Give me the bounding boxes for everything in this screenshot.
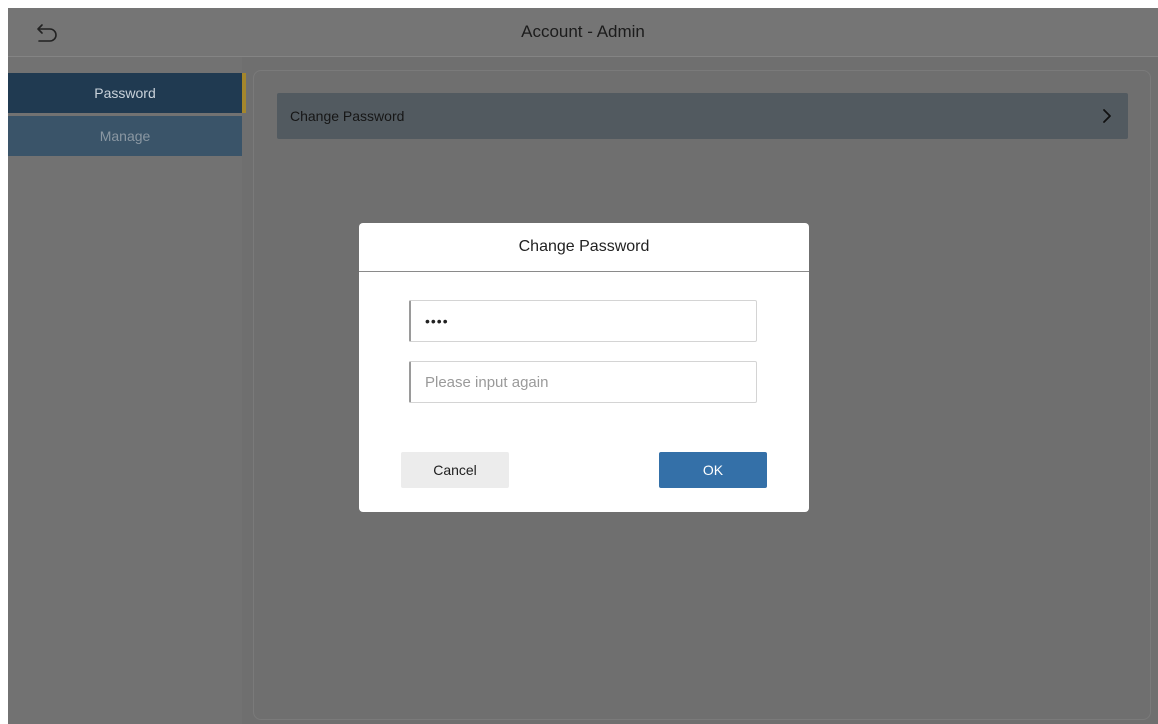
ok-button[interactable]: OK	[659, 452, 767, 488]
dialog-title: Change Password	[359, 223, 809, 272]
change-password-row[interactable]: Change Password	[277, 93, 1128, 139]
password-input[interactable]	[409, 300, 757, 342]
chevron-right-icon	[1100, 107, 1114, 125]
sidebar-item-password[interactable]: Password	[8, 73, 246, 113]
sidebar-item-label: Manage	[99, 128, 151, 144]
sidebar-item-manage[interactable]: Manage	[8, 116, 242, 156]
cancel-button[interactable]: Cancel	[401, 452, 509, 488]
app-screen: Account - Admin Password Manage Change P…	[8, 8, 1158, 724]
page-title: Account - Admin	[521, 22, 645, 41]
active-indicator	[242, 73, 246, 113]
title-bar: Account - Admin	[8, 8, 1158, 57]
sidebar-item-label: Password	[94, 85, 156, 101]
confirm-password-input[interactable]	[409, 361, 757, 403]
change-password-dialog: Change Password Cancel OK	[359, 223, 809, 512]
row-label: Change Password	[290, 108, 405, 124]
sidebar: Password Manage	[8, 57, 246, 724]
